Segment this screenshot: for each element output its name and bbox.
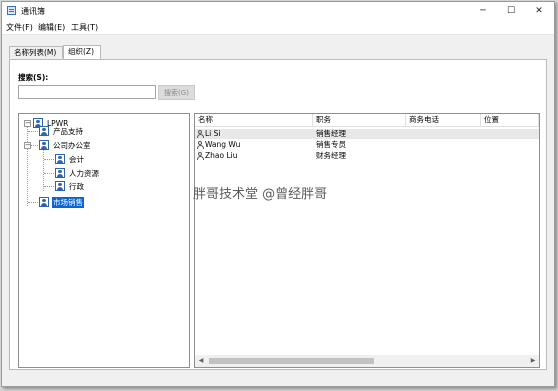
search-button[interactable]: 搜索(G)	[158, 85, 195, 100]
window-title: 通讯簿	[21, 7, 45, 16]
list-item[interactable]: Zhao Liu 财务经理	[195, 151, 539, 161]
menu-tools[interactable]: 工具(T)	[71, 22, 98, 33]
contact-icon	[197, 141, 204, 149]
menu-file[interactable]: 文件(F)	[6, 22, 33, 33]
minimize-button[interactable]: ─	[469, 2, 497, 20]
org-node-icon	[55, 154, 65, 164]
tree-connector	[43, 150, 44, 191]
tree-connector	[44, 186, 54, 187]
tab-name-list[interactable]: 名称列表(M)	[9, 46, 63, 58]
column-header-phone[interactable]: 商务电话	[406, 114, 481, 126]
status-bar	[2, 372, 554, 386]
tree-node-label: 会计	[69, 155, 84, 164]
list-item[interactable]: Wang Wu 销售专员	[195, 140, 539, 150]
tree-node-label: 市场销售	[52, 197, 84, 208]
horizontal-scrollbar[interactable]: ◀ ▶	[195, 355, 539, 367]
org-node-icon	[55, 168, 65, 178]
tree-connector	[27, 124, 28, 206]
tree-node-label: 行政	[69, 182, 84, 191]
contact-list[interactable]: 名称 职务 商务电话 位置 Li Si 销售经理 Wang Wu 销售专员 Zh…	[194, 113, 540, 368]
tree-node-label: 人力资源	[69, 169, 99, 178]
org-node-icon	[39, 197, 49, 207]
contact-title: 销售专员	[316, 140, 346, 149]
tree-connector	[44, 173, 54, 174]
contact-title: 销售经理	[316, 129, 346, 138]
address-book-icon	[7, 6, 16, 15]
list-item[interactable]: Li Si 销售经理	[195, 129, 539, 139]
collapse-toggle-icon[interactable]: −	[24, 120, 31, 127]
tree-node-label: 公司办公室	[53, 141, 91, 150]
contact-icon	[197, 152, 204, 160]
menu-bar: 文件(F) 编辑(E) 工具(T)	[2, 20, 554, 35]
organization-panel: 搜索(S): 搜索(G) − LPWR 产品支持 − 公司办公室 会计 人力资源…	[9, 59, 547, 370]
contact-name: Wang Wu	[205, 140, 241, 149]
tree-connector	[28, 131, 38, 132]
contact-name: Li Si	[205, 129, 221, 138]
tree-connector	[44, 159, 54, 160]
collapse-toggle-icon[interactable]: −	[24, 142, 31, 149]
org-node-icon	[39, 126, 49, 136]
scrollbar-thumb[interactable]	[209, 358, 374, 364]
scroll-left-icon[interactable]: ◀	[195, 355, 207, 367]
org-node-icon	[39, 140, 49, 150]
title-bar[interactable]: 通讯簿 ─ ☐ ✕	[2, 2, 554, 20]
organization-tree[interactable]: − LPWR 产品支持 − 公司办公室 会计 人力资源 行政 市场销售	[18, 113, 190, 368]
column-header-location[interactable]: 位置	[481, 114, 539, 126]
close-button[interactable]: ✕	[525, 2, 553, 20]
column-header-name[interactable]: 名称	[195, 114, 313, 126]
watermark: 胖哥技术堂 @曾经胖哥	[193, 187, 328, 202]
scroll-right-icon[interactable]: ▶	[527, 355, 539, 367]
tree-node-label: 产品支持	[53, 127, 83, 136]
contact-icon	[197, 130, 204, 138]
search-label: 搜索(S):	[18, 73, 49, 82]
menu-edit[interactable]: 编辑(E)	[38, 22, 65, 33]
contact-title: 财务经理	[316, 151, 346, 160]
tree-connector	[28, 202, 38, 203]
org-node-icon	[55, 181, 65, 191]
column-header-title[interactable]: 职务	[313, 114, 406, 126]
maximize-button[interactable]: ☐	[497, 2, 525, 20]
contact-name: Zhao Liu	[205, 151, 238, 160]
search-input[interactable]	[18, 85, 156, 99]
list-header: 名称 职务 商务电话 位置	[195, 114, 539, 127]
tab-organization[interactable]: 组织(Z)	[63, 45, 101, 59]
